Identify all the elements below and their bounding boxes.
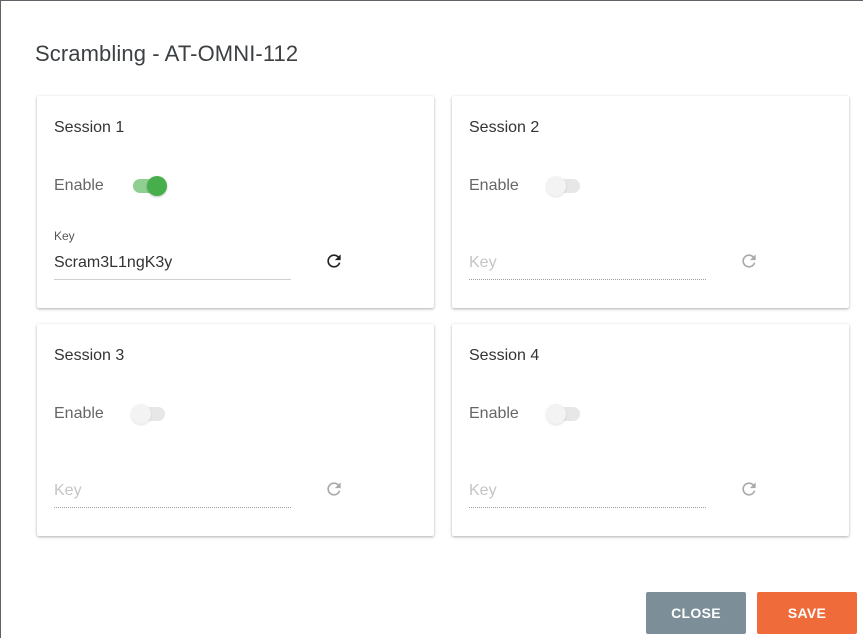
key-input[interactable]	[469, 248, 706, 278]
toggle-thumb	[147, 176, 167, 196]
refresh-key-button[interactable]	[736, 250, 762, 276]
enable-toggle[interactable]	[131, 176, 167, 196]
key-field	[469, 248, 706, 280]
enable-label: Enable	[54, 177, 104, 194]
session-card-4: Session 4 Enable	[452, 324, 849, 536]
save-button[interactable]: SAVE	[757, 592, 857, 634]
toggle-thumb	[546, 404, 566, 424]
key-label: Key	[54, 229, 75, 243]
session-title: Session 3	[54, 347, 125, 364]
enable-toggle[interactable]	[546, 176, 582, 196]
enable-toggle[interactable]	[546, 404, 582, 424]
session-title: Session 4	[469, 347, 540, 364]
refresh-icon	[739, 251, 759, 276]
session-card-1: Session 1 Enable Key	[37, 96, 434, 308]
key-input[interactable]	[469, 476, 706, 506]
enable-toggle[interactable]	[131, 404, 167, 424]
enable-row: Enable	[469, 404, 582, 424]
enable-label: Enable	[469, 405, 519, 422]
scrambling-dialog: Scrambling - AT-OMNI-112 Session 1 Enabl…	[0, 0, 863, 638]
session-card-3: Session 3 Enable	[37, 324, 434, 536]
refresh-icon	[324, 479, 344, 504]
key-field	[54, 248, 291, 280]
enable-row: Enable	[469, 176, 582, 196]
key-field	[469, 476, 706, 508]
enable-label: Enable	[54, 405, 104, 422]
key-input[interactable]	[54, 248, 291, 278]
refresh-key-button[interactable]	[321, 478, 347, 504]
toggle-thumb	[131, 404, 151, 424]
dialog-title: Scrambling - AT-OMNI-112	[35, 41, 299, 66]
close-button[interactable]: CLOSE	[646, 592, 746, 634]
refresh-key-button[interactable]	[321, 250, 347, 276]
session-title: Session 2	[469, 119, 540, 136]
refresh-key-button[interactable]	[736, 478, 762, 504]
refresh-icon	[739, 479, 759, 504]
key-field	[54, 476, 291, 508]
session-card-2: Session 2 Enable	[452, 96, 849, 308]
enable-label: Enable	[469, 177, 519, 194]
toggle-thumb	[546, 176, 566, 196]
enable-row: Enable	[54, 404, 167, 424]
session-title: Session 1	[54, 119, 125, 136]
refresh-icon	[324, 251, 344, 276]
key-input[interactable]	[54, 476, 291, 506]
enable-row: Enable	[54, 176, 167, 196]
